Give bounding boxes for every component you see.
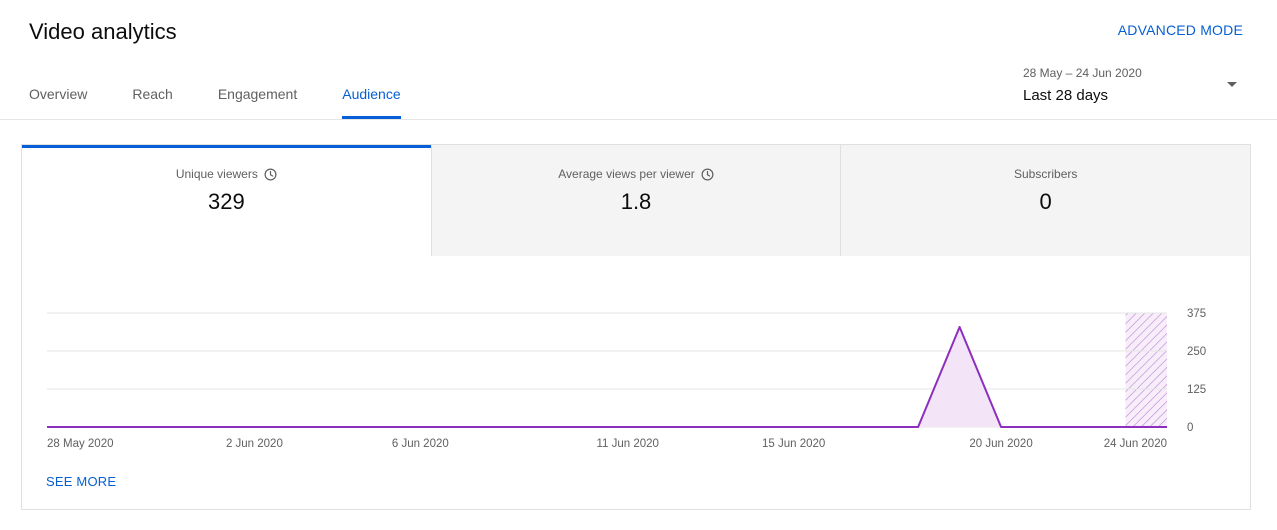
tab-bar: Overview Reach Engagement Audience [29,86,446,120]
date-range-picker[interactable]: 28 May – 24 Jun 2020 Last 28 days [1023,64,1245,108]
partial-period-region [1125,313,1167,427]
page-title: Video analytics [29,19,177,44]
clock-icon [701,168,714,180]
tab-overview[interactable]: Overview [29,86,87,119]
dropdown-caret-icon [1227,82,1237,87]
clock-icon [264,168,277,180]
x-tick-label: 6 Jun 2020 [392,438,449,450]
x-tick-label: 11 Jun 2020 [597,438,659,450]
metric-unique-viewers[interactable]: Unique viewers 329 [22,145,431,256]
advanced-mode-button[interactable]: ADVANCED MODE [1118,22,1243,38]
metric-value: 1.8 [620,189,652,214]
metric-label: Unique viewers [175,167,258,181]
header-divider [0,119,1277,120]
tab-audience[interactable]: Audience [342,86,402,119]
audience-card: Unique viewers 329 Average views per vie… [21,144,1251,510]
metric-label: Subscribers [1014,167,1078,181]
x-tick-label: 2 Jun 2020 [226,438,283,450]
tab-engagement[interactable]: Engagement [218,86,297,119]
date-range-text: 28 May – 24 Jun 2020 [1023,66,1142,80]
x-tick-label: 24 Jun 2020 [1104,438,1167,450]
y-tick-label: 375 [1187,308,1206,320]
y-tick-label: 250 [1187,346,1206,358]
metric-tabs: Unique viewers 329 Average views per vie… [22,145,1251,256]
y-tick-label: 125 [1187,384,1206,396]
x-tick-label: 15 Jun 2020 [762,438,825,450]
x-tick-label: 20 Jun 2020 [969,438,1032,450]
tab-reach[interactable]: Reach [132,86,172,119]
metric-value: 0 [1039,189,1052,214]
date-range-label: Last 28 days [1023,87,1109,104]
see-more-button[interactable]: SEE MORE [46,474,116,489]
unique-viewers-chart: 0 125 250 375 28 May 2020 2 Jun 2020 6 Jun 202… [22,256,1252,511]
metric-average-views-per-viewer[interactable]: Average views per viewer 1.8 [430,145,841,256]
series-area [47,326,1167,427]
series-line [47,325,1167,428]
metric-subscribers[interactable]: Subscribers 0 [840,145,1251,256]
metric-label: Average views per viewer [558,167,695,181]
y-tick-label: 0 [1187,422,1193,434]
x-tick-label: 28 May 2020 [47,438,114,450]
chart-svg: 0 125 250 375 28 May 2020 2 Jun 2020 6 Jun 202… [47,308,1206,450]
metric-value: 329 [207,189,245,214]
